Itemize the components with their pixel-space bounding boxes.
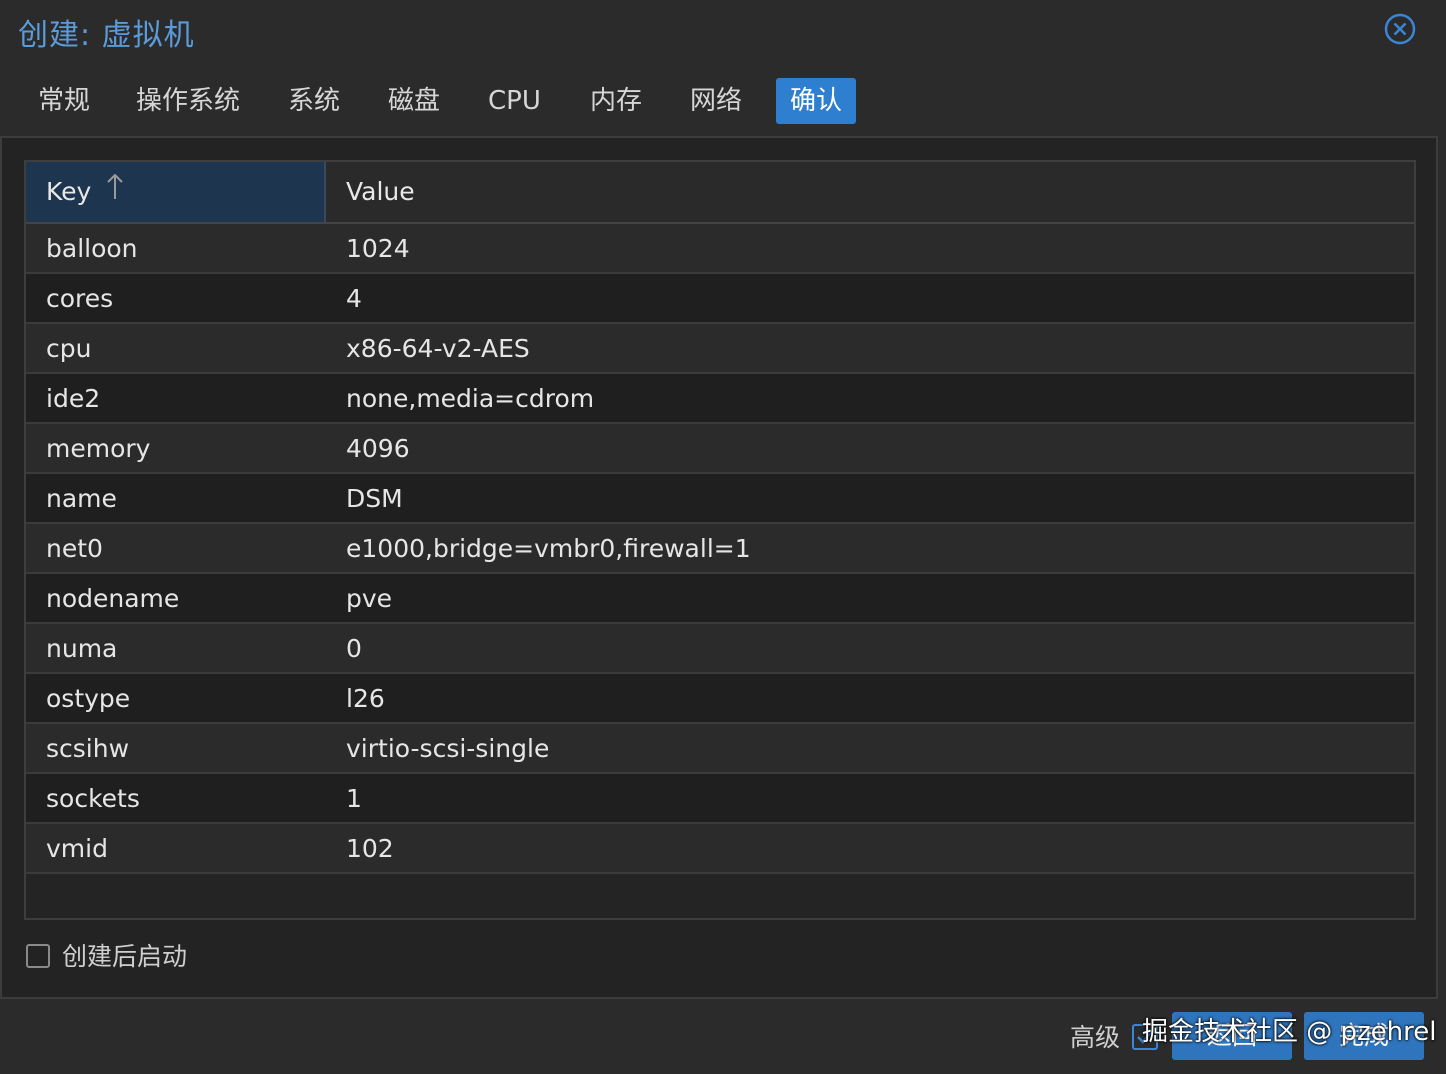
table-row[interactable]: scsihw virtio-scsi-single <box>26 724 1414 774</box>
tab-os[interactable]: 操作系统 <box>122 78 254 124</box>
row-key: numa <box>46 634 118 663</box>
row-key: net0 <box>46 534 103 563</box>
advanced-checkbox[interactable] <box>1132 1024 1158 1050</box>
row-value: pve <box>346 584 393 613</box>
table-row[interactable]: nodename pve <box>26 574 1414 624</box>
row-key: ostype <box>46 684 131 713</box>
table-row[interactable]: numa 0 <box>26 624 1414 674</box>
row-value: 1 <box>346 784 362 813</box>
create-vm-dialog: 创建: 虚拟机 常规 操作系统 系统 磁盘 CPU 内存 网络 确认 Key V… <box>0 0 1446 1074</box>
close-icon[interactable] <box>1384 13 1416 45</box>
checkmark-icon <box>1137 1030 1153 1044</box>
row-value: 1024 <box>346 234 410 263</box>
tab-general[interactable]: 常规 <box>24 78 104 124</box>
row-key: nodename <box>46 584 180 613</box>
column-header-key[interactable]: Key <box>26 162 326 222</box>
table-row[interactable]: cores 4 <box>26 274 1414 324</box>
table-row[interactable]: ostype l26 <box>26 674 1414 724</box>
table-row[interactable]: ide2 none,media=cdrom <box>26 374 1414 424</box>
table-row[interactable]: memory 4096 <box>26 424 1414 474</box>
row-value: 4096 <box>346 434 410 463</box>
back-button[interactable]: 返回 <box>1172 1012 1292 1060</box>
summary-grid: Key Value balloon 1024 cores 4 cpu x86-64-v… <box>24 160 1416 920</box>
table-row[interactable]: cpu x86-64-v2-AES <box>26 324 1414 374</box>
row-key: vmid <box>46 834 108 863</box>
table-row[interactable]: name DSM <box>26 474 1414 524</box>
tab-cpu[interactable]: CPU <box>474 78 555 124</box>
table-row[interactable]: balloon 1024 <box>26 224 1414 274</box>
tab-network[interactable]: 网络 <box>676 78 756 124</box>
row-key: cpu <box>46 334 92 363</box>
grid-header: Key Value <box>26 162 1414 224</box>
row-key: memory <box>46 434 151 463</box>
column-header-key-label: Key <box>46 177 92 206</box>
row-key: scsihw <box>46 734 130 763</box>
advanced-label: 高级 <box>1070 1023 1121 1052</box>
start-after-create-label: 创建后启动 <box>62 942 188 971</box>
row-value: none,media=cdrom <box>346 384 595 413</box>
dialog-footer: 高级 返回 完成 掘金技术社区 @ pzehrel <box>0 1000 1446 1074</box>
row-key: sockets <box>46 784 140 813</box>
tab-disks[interactable]: 磁盘 <box>374 78 454 124</box>
row-key: name <box>46 484 117 513</box>
column-header-value-label: Value <box>346 177 415 206</box>
finish-button[interactable]: 完成 <box>1304 1012 1424 1060</box>
tab-memory[interactable]: 内存 <box>576 78 656 124</box>
table-row[interactable]: sockets 1 <box>26 774 1414 824</box>
column-header-value[interactable]: Value <box>326 162 1414 222</box>
table-row[interactable]: net0 e1000,bridge=vmbr0,firewall=1 <box>26 524 1414 574</box>
row-value: l26 <box>346 684 385 713</box>
tab-system[interactable]: 系统 <box>274 78 354 124</box>
row-value: DSM <box>346 484 403 513</box>
arrow-up-icon <box>105 163 125 223</box>
start-after-create-checkbox[interactable] <box>26 944 50 968</box>
row-key: balloon <box>46 234 138 263</box>
row-key: cores <box>46 284 114 313</box>
dialog-title: 创建: 虚拟机 <box>18 18 195 53</box>
row-value: 102 <box>346 834 394 863</box>
row-value: x86-64-v2-AES <box>346 334 530 363</box>
tab-bar: 常规 操作系统 系统 磁盘 CPU 内存 网络 确认 <box>0 70 1446 132</box>
row-value: 0 <box>346 634 362 663</box>
confirm-panel: Key Value balloon 1024 cores 4 cpu x86-64-v… <box>0 136 1438 999</box>
row-key: ide2 <box>46 384 101 413</box>
row-value: 4 <box>346 284 362 313</box>
table-row[interactable]: vmid 102 <box>26 824 1414 874</box>
row-value: virtio-scsi-single <box>346 734 550 763</box>
grid-rows: balloon 1024 cores 4 cpu x86-64-v2-AES ide2… <box>26 224 1414 874</box>
row-value: e1000,bridge=vmbr0,firewall=1 <box>346 534 751 563</box>
titlebar: 创建: 虚拟机 <box>0 0 1446 60</box>
tab-confirm[interactable]: 确认 <box>776 78 857 124</box>
